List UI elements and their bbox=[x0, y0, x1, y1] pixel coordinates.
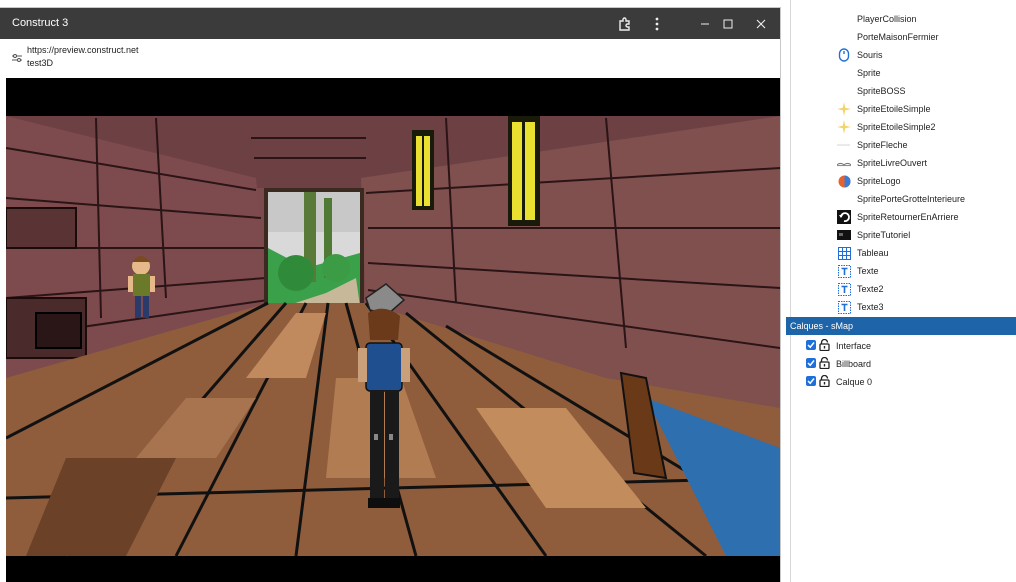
object-item-label: PlayerCollision bbox=[857, 14, 917, 24]
logo-icon bbox=[837, 174, 851, 188]
text-icon bbox=[837, 300, 851, 314]
game-scene[interactable] bbox=[6, 78, 780, 582]
object-item[interactable]: SpriteLivreOuvert bbox=[791, 154, 1016, 172]
tutorial-icon bbox=[837, 228, 851, 242]
unlock-icon[interactable] bbox=[819, 374, 830, 389]
object-item-label: Texte3 bbox=[857, 302, 884, 312]
checkmark-icon bbox=[807, 360, 815, 367]
object-item-label: SpriteEtoileSimple bbox=[857, 104, 931, 114]
site-settings-icon[interactable] bbox=[12, 53, 22, 63]
object-item[interactable]: Texte bbox=[791, 262, 1016, 280]
object-item[interactable]: SpriteEtoileSimple bbox=[791, 100, 1016, 118]
object-item[interactable]: SpriteTutoriel bbox=[791, 226, 1016, 244]
text-icon bbox=[837, 282, 851, 296]
extension-icon bbox=[619, 16, 630, 31]
object-item[interactable]: SpriteFleche bbox=[791, 136, 1016, 154]
object-item-label: SpritePorteGrotteInterieure bbox=[857, 194, 966, 204]
object-item[interactable]: Texte2 bbox=[791, 280, 1016, 298]
object-item-label: SpriteLogo bbox=[857, 176, 901, 186]
layers-panel-header[interactable]: Calques - sMap bbox=[786, 317, 1016, 335]
layer-item[interactable]: Calque 0 bbox=[806, 373, 1016, 390]
object-item-label: SpriteRetournerEnArriere bbox=[857, 212, 959, 222]
address-bar: https://preview.construct.net test3D bbox=[0, 39, 780, 78]
object-item[interactable]: Sprite bbox=[791, 64, 1016, 82]
object-item[interactable]: SpriteLogo bbox=[791, 172, 1016, 190]
project-name: test3D bbox=[27, 58, 54, 68]
layers-panel-title: Calques - sMap bbox=[790, 321, 854, 331]
object-item-label: Tableau bbox=[857, 248, 889, 258]
preview-url[interactable]: https://preview.construct.net bbox=[27, 45, 139, 55]
checkmark-icon bbox=[807, 378, 815, 385]
unlock-icon[interactable] bbox=[819, 338, 830, 353]
object-item[interactable]: SpriteEtoileSimple2 bbox=[791, 118, 1016, 136]
text-icon bbox=[837, 264, 851, 278]
back-icon bbox=[837, 210, 851, 224]
game-viewport[interactable] bbox=[6, 78, 780, 582]
minimize-icon bbox=[701, 23, 709, 24]
object-item[interactable]: Tableau bbox=[791, 244, 1016, 262]
object-item[interactable]: SpriteRetournerEnArriere bbox=[791, 208, 1016, 226]
layer-item-label: Interface bbox=[836, 341, 872, 351]
object-item-label: Texte bbox=[857, 266, 879, 276]
object-item-label: SpriteEtoileSimple2 bbox=[857, 122, 936, 132]
title-bar[interactable]: Construct 3 bbox=[0, 8, 780, 39]
object-item[interactable]: SpriteBOSS bbox=[791, 82, 1016, 100]
object-item-label: SpriteLivreOuvert bbox=[857, 158, 928, 168]
close-icon bbox=[756, 19, 766, 28]
unlock-icon[interactable] bbox=[819, 356, 830, 371]
more-vert-icon bbox=[655, 17, 659, 30]
checkmark-icon bbox=[807, 342, 815, 349]
object-item[interactable]: Texte3 bbox=[791, 298, 1016, 316]
shelf bbox=[6, 207, 77, 249]
layer-visible-checkbox[interactable] bbox=[806, 376, 816, 386]
maximize-button[interactable] bbox=[712, 8, 744, 39]
object-item-label: Souris bbox=[857, 50, 883, 60]
object-item-label: SpriteBOSS bbox=[857, 86, 906, 96]
mouse-icon bbox=[837, 48, 851, 62]
object-item[interactable]: Souris bbox=[791, 46, 1016, 64]
book-icon bbox=[837, 156, 851, 170]
close-button[interactable] bbox=[745, 8, 777, 39]
grid-icon bbox=[837, 246, 851, 260]
window-title: Construct 3 bbox=[12, 17, 69, 29]
layer-item[interactable]: Interface bbox=[806, 337, 1016, 354]
object-item-label: SpriteFleche bbox=[857, 140, 908, 150]
preview-window: Construct 3 https://preview.construct.ne… bbox=[0, 8, 780, 582]
project-panel: PlayerCollision PorteMaisonFermier Souris S… bbox=[790, 0, 1016, 582]
layer-item-label: Billboard bbox=[836, 359, 872, 369]
object-item[interactable]: PlayerCollision bbox=[791, 10, 1016, 28]
star-icon bbox=[837, 120, 851, 134]
object-item[interactable]: SpritePorteGrotteInterieure bbox=[791, 190, 1016, 208]
arrow-icon bbox=[837, 138, 851, 152]
extension-button[interactable] bbox=[609, 8, 641, 39]
object-item-label: Texte2 bbox=[857, 284, 884, 294]
star-icon bbox=[837, 102, 851, 116]
window-left bbox=[412, 130, 434, 210]
object-item-label: Sprite bbox=[857, 68, 881, 78]
object-item-label: SpriteTutoriel bbox=[857, 230, 911, 240]
layer-item[interactable]: Billboard bbox=[806, 355, 1016, 372]
layer-visible-checkbox[interactable] bbox=[806, 340, 816, 350]
more-menu-button[interactable] bbox=[641, 8, 673, 39]
layer-item-label: Calque 0 bbox=[836, 377, 873, 387]
object-item-label: PorteMaisonFermier bbox=[857, 32, 939, 42]
maximize-icon bbox=[723, 19, 733, 28]
object-item[interactable]: PorteMaisonFermier bbox=[791, 28, 1016, 46]
layer-visible-checkbox[interactable] bbox=[806, 358, 816, 368]
